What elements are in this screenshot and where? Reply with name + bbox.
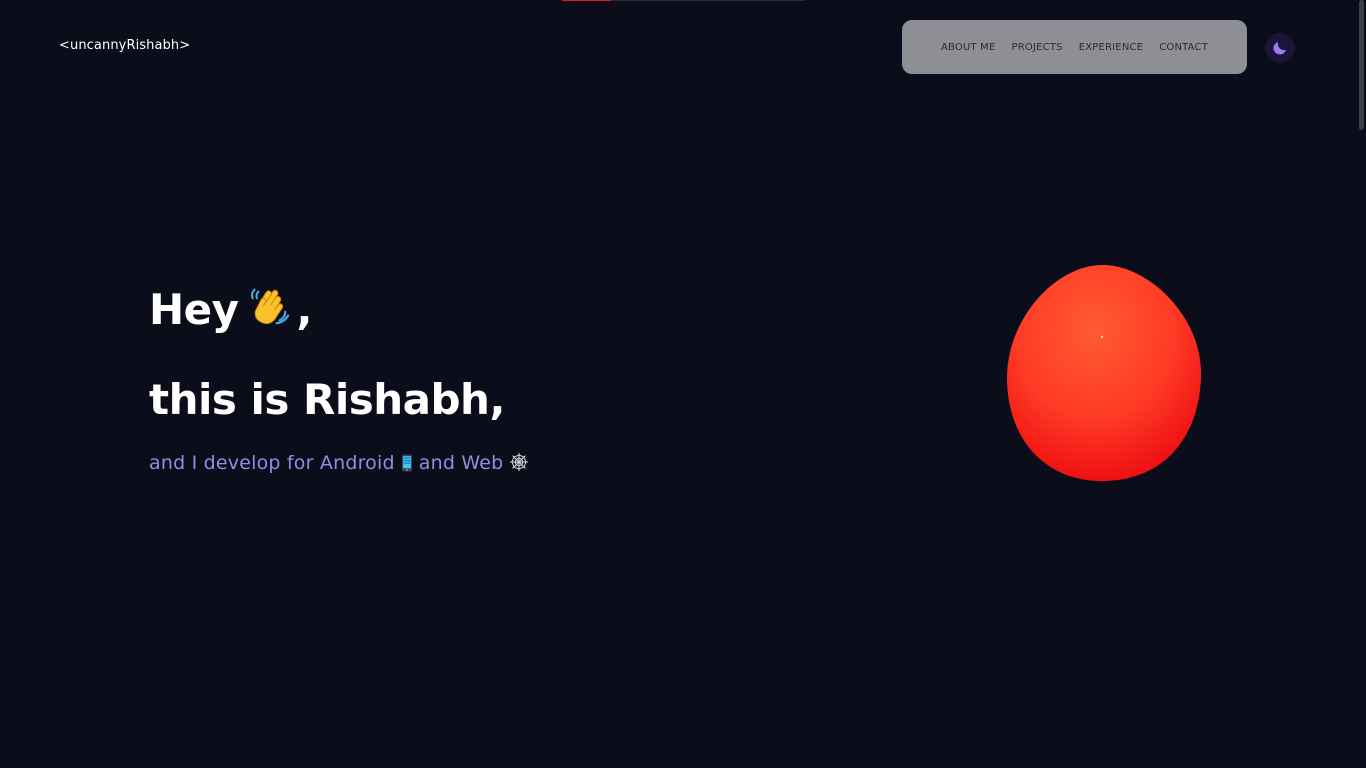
moon-icon: [1273, 42, 1286, 55]
nav-link-about-me[interactable]: ABOUT ME: [941, 42, 996, 53]
greeting-text: Hey: [149, 285, 239, 334]
site-logo[interactable]: <uncannyRishabh>: [59, 38, 190, 53]
subtitle-middle: and Web: [418, 452, 504, 474]
hero-greeting: Hey ,: [149, 282, 849, 340]
waving-hand-icon: [245, 282, 291, 340]
page-scrollbar[interactable]: [1356, 0, 1366, 768]
spider-web-icon: [509, 452, 529, 477]
main-nav: ABOUT ME PROJECTS EXPERIENCE CONTACT: [902, 20, 1247, 74]
subtitle-prefix: and I develop for Android: [149, 452, 395, 474]
theme-toggle-button[interactable]: [1265, 33, 1295, 63]
hero-subtitle: and I develop for Android and Web: [149, 452, 849, 477]
nav-link-projects[interactable]: PROJECTS: [1012, 42, 1063, 53]
scroll-progress-bar: [562, 0, 805, 1]
hero-section: Hey , this is Rishabh, and I develop for…: [149, 282, 849, 477]
mobile-phone-icon: [401, 454, 413, 477]
red-blob: [1006, 265, 1202, 482]
hero-intro: this is Rishabh,: [149, 375, 505, 424]
greeting-comma: ,: [296, 285, 313, 334]
nav-link-contact[interactable]: CONTACT: [1159, 42, 1208, 53]
scroll-progress-fill: [562, 0, 611, 1]
scrollbar-thumb[interactable]: [1359, 0, 1364, 130]
nav-link-experience[interactable]: EXPERIENCE: [1079, 42, 1144, 53]
page: <uncannyRishabh> ABOUT ME PROJECTS EXPER…: [0, 0, 1366, 768]
